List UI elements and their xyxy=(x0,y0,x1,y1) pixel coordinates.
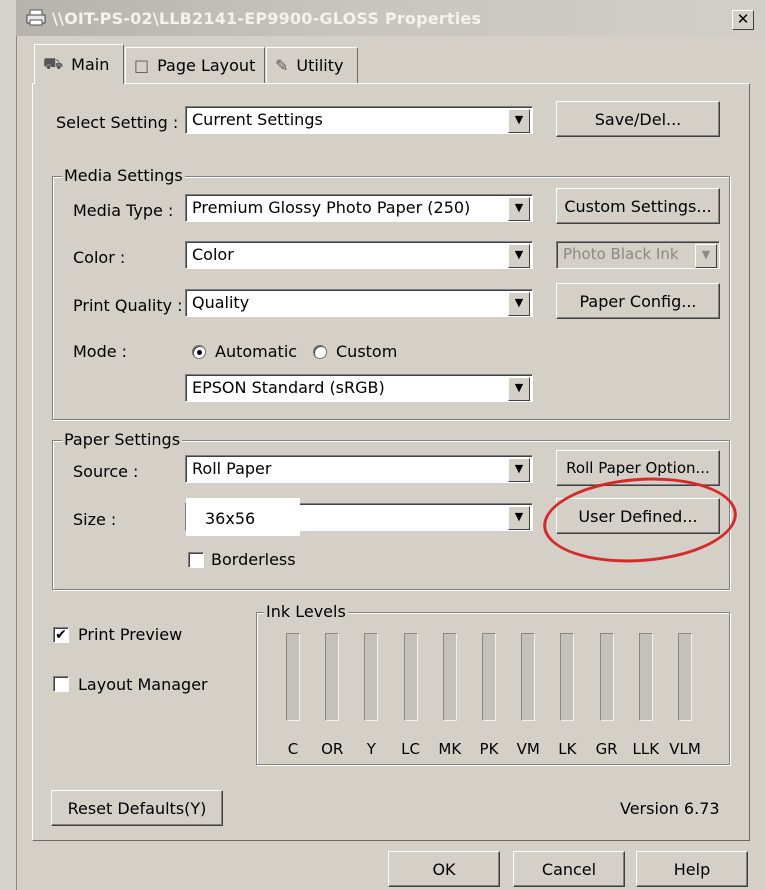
color-mode-value: EPSON Standard (sRGB) xyxy=(192,378,385,397)
size-value: 36x56 xyxy=(205,509,256,528)
select-setting-label: Select Setting : xyxy=(56,113,179,132)
wrench-icon: ✎ xyxy=(275,56,289,75)
ink-label-mk: MK xyxy=(438,740,462,758)
ink-bar-or xyxy=(325,633,340,721)
source-value: Roll Paper xyxy=(192,459,272,478)
tab-page-layout[interactable]: □ Page Layout xyxy=(125,47,265,83)
ink-label-gr: GR xyxy=(595,740,618,758)
chevron-down-icon[interactable]: ▼ xyxy=(508,197,530,221)
mode-custom-radio[interactable] xyxy=(313,345,327,359)
borderless-checkbox[interactable] xyxy=(188,552,204,568)
ink-label-lc: LC xyxy=(401,740,421,758)
source-dropdown[interactable]: Roll Paper ▼ xyxy=(185,455,533,483)
print-preview-checkbox[interactable]: ✔ xyxy=(53,627,69,643)
chevron-down-icon[interactable]: ▼ xyxy=(508,458,530,482)
size-label: Size : xyxy=(73,510,117,529)
printer-icon xyxy=(26,9,46,26)
media-settings-heading: Media Settings xyxy=(62,166,185,185)
ink-bar-mk xyxy=(442,633,457,721)
select-setting-dropdown[interactable]: Current Settings ▼ xyxy=(185,106,533,134)
paper-config-button[interactable]: Paper Config... xyxy=(556,283,720,319)
chevron-down-icon[interactable]: ▼ xyxy=(508,292,530,316)
print-preview-label[interactable]: Print Preview xyxy=(78,625,182,644)
tab-utility-label: Utility xyxy=(296,56,344,75)
chevron-down-icon[interactable]: ▼ xyxy=(508,377,530,401)
print-quality-dropdown[interactable]: Quality ▼ xyxy=(185,289,533,317)
chevron-down-icon[interactable]: ▼ xyxy=(508,244,530,268)
ink-label-y: Y xyxy=(366,740,376,758)
tab-main[interactable]: ⛟ Main xyxy=(34,44,124,84)
save-del-button[interactable]: Save/Del... xyxy=(556,101,720,137)
page-icon: □ xyxy=(134,56,150,75)
mode-automatic-radio[interactable] xyxy=(192,345,206,359)
mode-custom-label[interactable]: Custom xyxy=(336,342,397,361)
borderless-label[interactable]: Borderless xyxy=(211,550,296,569)
ink-bar-gr xyxy=(599,633,614,721)
layout-manager-label[interactable]: Layout Manager xyxy=(78,675,208,694)
ink-bar-vm xyxy=(521,633,536,721)
ink-label-c: C xyxy=(287,740,299,758)
color-label: Color : xyxy=(73,248,126,267)
tab-page-layout-label: Page Layout xyxy=(157,56,256,75)
ink-label-or: OR xyxy=(321,740,344,758)
ink-bar-vlm xyxy=(678,633,692,721)
print-quality-label: Print Quality : xyxy=(73,296,183,315)
ok-button[interactable]: OK xyxy=(388,851,500,887)
color-value: Color xyxy=(192,245,234,264)
help-button[interactable]: Help xyxy=(636,851,748,887)
ink-levels-heading: Ink Levels xyxy=(264,602,348,621)
color-mode-dropdown[interactable]: EPSON Standard (sRGB) ▼ xyxy=(185,374,533,402)
window-title: \\OIT-PS-02\LLB2141-EP9900-GLOSS Propert… xyxy=(52,9,482,28)
select-setting-value: Current Settings xyxy=(192,110,323,129)
reset-defaults-button[interactable]: Reset Defaults(Y) xyxy=(51,790,223,826)
version-text: Version 6.73 xyxy=(620,799,720,818)
ink-label-pk: PK xyxy=(479,740,499,758)
tab-main-label: Main xyxy=(71,55,110,74)
ink-bar-llk xyxy=(638,633,653,721)
ink-bar-lc xyxy=(403,633,418,721)
ink-bar-y xyxy=(364,633,379,721)
chevron-down-icon: ▼ xyxy=(695,244,717,268)
chevron-down-icon[interactable]: ▼ xyxy=(508,109,530,133)
ink-label-llk: LLK xyxy=(632,740,660,758)
ink-label-vlm: VLM xyxy=(669,740,701,758)
mode-label: Mode : xyxy=(73,342,128,361)
cancel-button[interactable]: Cancel xyxy=(513,851,625,887)
layout-manager-checkbox[interactable] xyxy=(53,676,69,692)
ink-bar-lk xyxy=(560,633,575,721)
print-quality-value: Quality xyxy=(192,293,250,312)
color-dropdown[interactable]: Color ▼ xyxy=(185,241,533,269)
black-ink-dropdown: Photo Black Ink ▼ xyxy=(556,241,720,269)
black-ink-value: Photo Black Ink xyxy=(563,245,679,263)
printer-icon: ⛟ xyxy=(43,54,64,73)
mode-automatic-label[interactable]: Automatic xyxy=(215,342,297,361)
ink-bar-c xyxy=(286,633,300,721)
ink-label-lk: LK xyxy=(558,740,577,758)
media-type-dropdown[interactable]: Premium Glossy Photo Paper (250) ▼ xyxy=(185,194,533,222)
chevron-down-icon[interactable]: ▼ xyxy=(508,506,530,530)
media-type-value: Premium Glossy Photo Paper (250) xyxy=(192,198,471,217)
media-type-label: Media Type : xyxy=(73,201,174,220)
paper-settings-heading: Paper Settings xyxy=(62,430,183,449)
custom-settings-button[interactable]: Custom Settings... xyxy=(556,188,720,224)
ink-label-vm: VM xyxy=(516,740,540,758)
source-label: Source : xyxy=(73,462,139,481)
close-button[interactable]: ✕ xyxy=(732,10,754,30)
ink-bar-pk xyxy=(482,633,496,721)
tab-utility[interactable]: ✎ Utility xyxy=(266,47,358,83)
